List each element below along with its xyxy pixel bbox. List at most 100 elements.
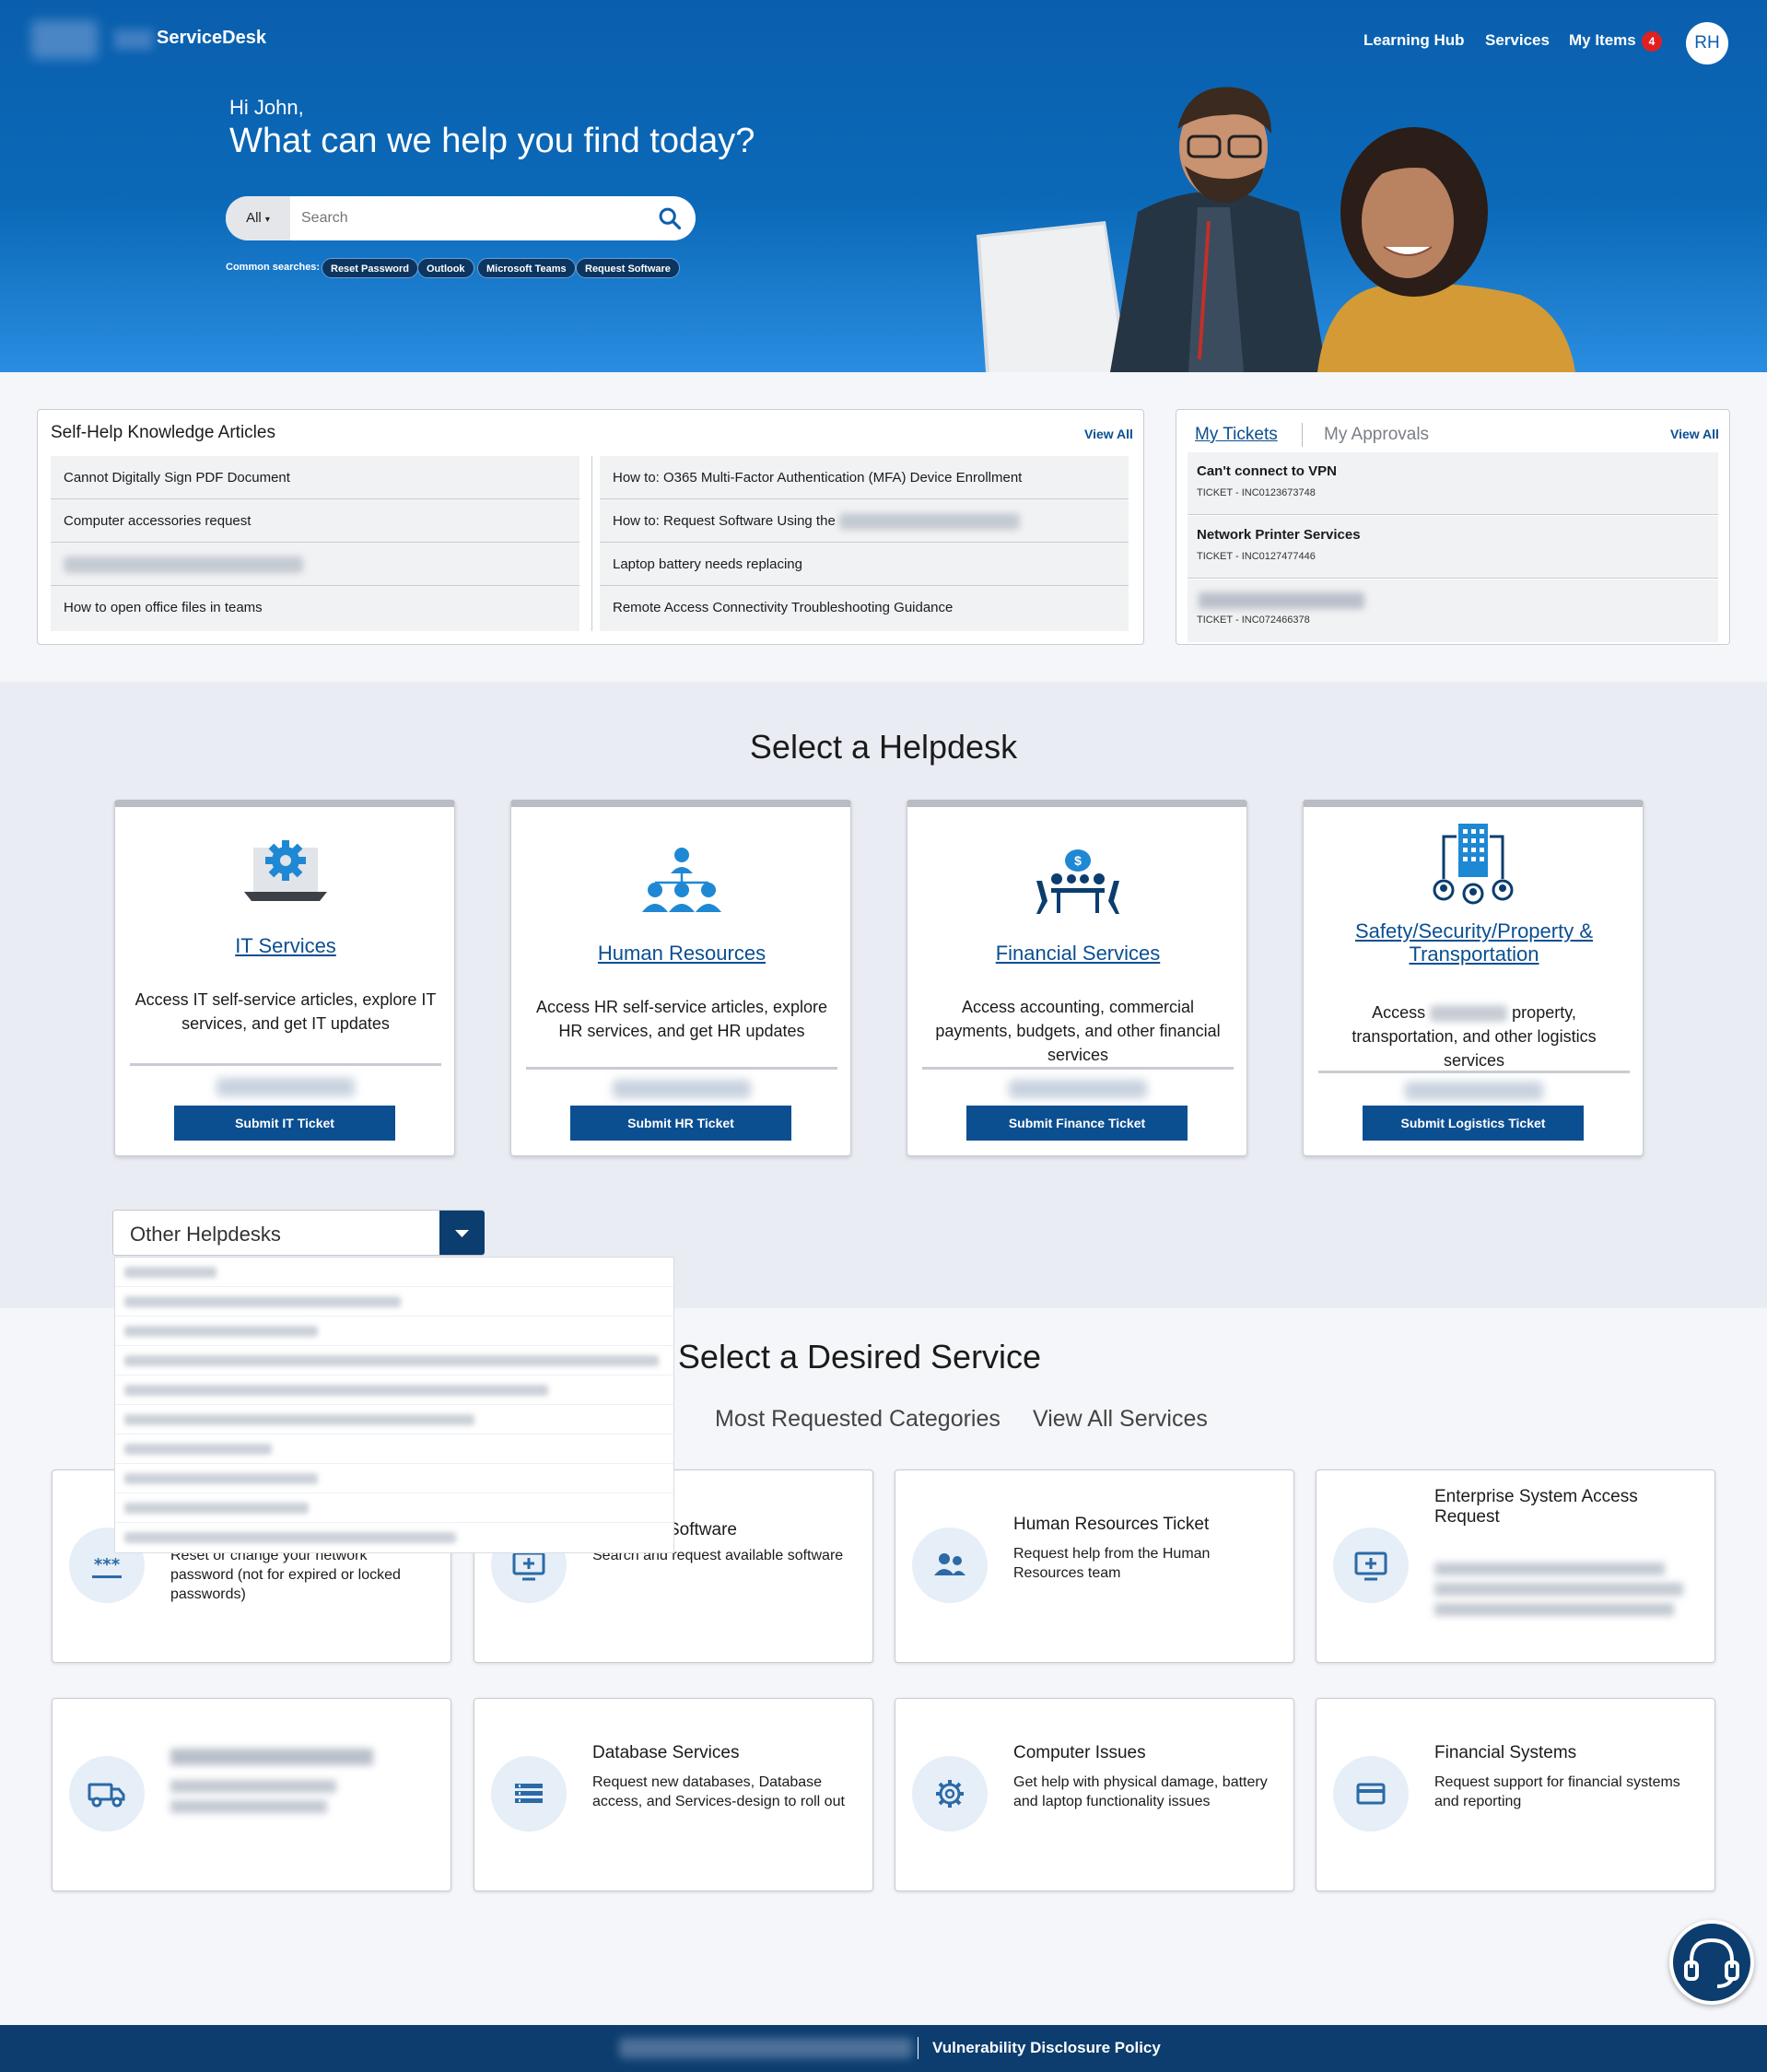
service-name: Financial Systems: [1434, 1743, 1577, 1762]
ticket-item[interactable]: TICKET - INC072466378: [1188, 579, 1718, 642]
truck-icon: [88, 1783, 125, 1808]
list-item[interactable]: [115, 1405, 673, 1434]
caret-down-icon: ▾: [264, 215, 270, 225]
tickets-view-all-link[interactable]: View All: [1670, 427, 1719, 441]
service-card-logistics[interactable]: [52, 1698, 451, 1891]
tab-most-requested[interactable]: Most Requested Categories: [715, 1406, 1001, 1433]
service-name: Computer Issues: [1013, 1743, 1146, 1762]
list-item[interactable]: [115, 1434, 673, 1464]
article-link[interactable]: Remote Access Connectivity Troubleshooti…: [600, 586, 1129, 629]
knowledge-panel-title: Self-Help Knowledge Articles: [51, 423, 275, 442]
monitor-plus-icon: [1354, 1551, 1387, 1581]
helpdesk-contact-redacted: [1405, 1082, 1543, 1100]
agency-logo[interactable]: [31, 20, 98, 59]
article-link[interactable]: How to: O365 Multi-Factor Authentication…: [600, 456, 1129, 499]
nav-services[interactable]: Services: [1485, 31, 1550, 50]
brand-name[interactable]: ServiceDesk: [157, 28, 266, 49]
search-bar: All ▾: [226, 196, 696, 240]
agency-name-redacted: [619, 2038, 912, 2058]
service-icon-circle: [912, 1756, 988, 1832]
service-desc: Reset or change your network password (n…: [170, 1548, 401, 1602]
helpdesk-name-it[interactable]: IT Services: [115, 934, 456, 958]
finance-meeting-icon: $: [1036, 849, 1119, 914]
service-icon-circle: [69, 1756, 145, 1832]
service-name-redacted: [170, 1749, 373, 1765]
helpdesk-name-hr[interactable]: Human Resources: [511, 942, 852, 966]
service-name: Database Services: [592, 1743, 740, 1762]
tab-divider: [1302, 423, 1303, 447]
service-card-computer-issues[interactable]: Computer Issues Get help with physical d…: [895, 1698, 1294, 1891]
list-item[interactable]: [115, 1258, 673, 1287]
tickets-panel: My Tickets My Approvals View All Can't c…: [1176, 409, 1730, 645]
dropdown-toggle-button[interactable]: [439, 1211, 485, 1255]
service-desc-redacted: [1434, 1603, 1674, 1616]
article-link[interactable]: Computer accessories request: [51, 499, 579, 543]
user-avatar[interactable]: RH: [1686, 22, 1728, 64]
ticket-item[interactable]: Can't connect to VPN TICKET - INC0123673…: [1188, 452, 1718, 515]
service-desc-redacted: [170, 1800, 327, 1813]
knowledge-view-all-link[interactable]: View All: [1084, 427, 1133, 441]
article-link[interactable]: How to: Request Software Using the: [600, 499, 1129, 543]
helpdesk-name-finance[interactable]: Financial Services: [907, 942, 1248, 966]
column-divider: [591, 456, 592, 631]
divider: [922, 1067, 1234, 1070]
service-name: Enterprise System Access Request: [1434, 1487, 1638, 1527]
service-card-financial-systems[interactable]: Financial Systems Request support for fi…: [1316, 1698, 1715, 1891]
submit-hr-ticket-button[interactable]: Submit HR Ticket: [570, 1106, 791, 1141]
service-desc-redacted: [170, 1780, 336, 1793]
nav-my-items[interactable]: My Items: [1569, 31, 1636, 50]
helpdesk-card-it: IT Services Access IT self-service artic…: [114, 800, 455, 1156]
chip-reset-password[interactable]: Reset Password: [322, 258, 418, 278]
service-icon-circle: [491, 1756, 567, 1832]
my-items-count-badge: 4: [1642, 31, 1662, 52]
helpdesk-card-logistics: Safety/Security/Property & Transportatio…: [1303, 800, 1644, 1156]
helpdesk-desc-part: Access: [1372, 1003, 1426, 1022]
service-icon-circle: [1333, 1528, 1409, 1603]
list-item[interactable]: [115, 1523, 673, 1552]
helpdesk-desc-hr: Access HR self-service articles, explore…: [535, 998, 828, 1040]
service-icon-circle: [1333, 1756, 1409, 1832]
list-item[interactable]: [115, 1287, 673, 1317]
other-helpdesks-label: Other Helpdesks: [130, 1223, 281, 1246]
service-card-hr-ticket[interactable]: Human Resources Ticket Request help from…: [895, 1469, 1294, 1663]
submit-it-ticket-button[interactable]: Submit IT Ticket: [174, 1106, 395, 1141]
nav-learning-hub[interactable]: Learning Hub: [1363, 31, 1465, 50]
service-desc: Request help from the Human Resources te…: [1013, 1546, 1211, 1581]
chip-request-software[interactable]: Request Software: [576, 258, 680, 278]
search-input[interactable]: [301, 204, 642, 233]
list-item[interactable]: [115, 1375, 673, 1405]
chip-microsoft-teams[interactable]: Microsoft Teams: [477, 258, 576, 278]
search-scope-label: All: [246, 210, 262, 226]
card-icon: [1356, 1783, 1386, 1805]
list-item[interactable]: [115, 1346, 673, 1375]
tab-my-approvals[interactable]: My Approvals: [1324, 425, 1429, 445]
service-card-enterprise-access[interactable]: Enterprise System Access Request: [1316, 1469, 1715, 1663]
caret-down-icon: [455, 1230, 469, 1237]
svg-text:$: $: [1074, 853, 1082, 868]
hero-banner: ServiceDesk Learning Hub Services My Ite…: [0, 0, 1767, 372]
service-desc: Get help with physical damage, battery a…: [1013, 1774, 1268, 1809]
search-scope-dropdown[interactable]: All ▾: [226, 196, 290, 240]
support-chat-button[interactable]: [1669, 1920, 1754, 2005]
chip-outlook[interactable]: Outlook: [417, 258, 474, 278]
list-item[interactable]: [115, 1464, 673, 1493]
tab-view-all-services[interactable]: View All Services: [1033, 1406, 1208, 1433]
list-item[interactable]: [115, 1493, 673, 1523]
ticket-number: TICKET - INC072466378: [1197, 615, 1310, 626]
article-link[interactable]: Cannot Digitally Sign PDF Document: [51, 456, 579, 499]
building-people-icon: [1433, 824, 1514, 905]
ticket-item[interactable]: Network Printer Services TICKET - INC012…: [1188, 516, 1718, 579]
article-link-redacted[interactable]: [51, 543, 579, 586]
vulnerability-policy-link[interactable]: Vulnerability Disclosure Policy: [932, 2039, 1161, 2057]
other-helpdesks-dropdown[interactable]: Other Helpdesks: [112, 1210, 485, 1256]
submit-finance-ticket-button[interactable]: Submit Finance Ticket: [966, 1106, 1188, 1141]
helpdesk-name-logistics[interactable]: Safety/Security/Property & Transportatio…: [1304, 919, 1644, 966]
list-item[interactable]: [115, 1317, 673, 1346]
article-link[interactable]: Laptop battery needs replacing: [600, 543, 1129, 586]
submit-logistics-ticket-button[interactable]: Submit Logistics Ticket: [1363, 1106, 1584, 1141]
search-icon[interactable]: [657, 205, 683, 231]
tab-my-tickets[interactable]: My Tickets: [1195, 425, 1278, 445]
service-card-database[interactable]: Database Services Request new databases,…: [474, 1698, 873, 1891]
service-desc-redacted: [1434, 1563, 1665, 1575]
article-link[interactable]: How to open office files in teams: [51, 586, 579, 629]
